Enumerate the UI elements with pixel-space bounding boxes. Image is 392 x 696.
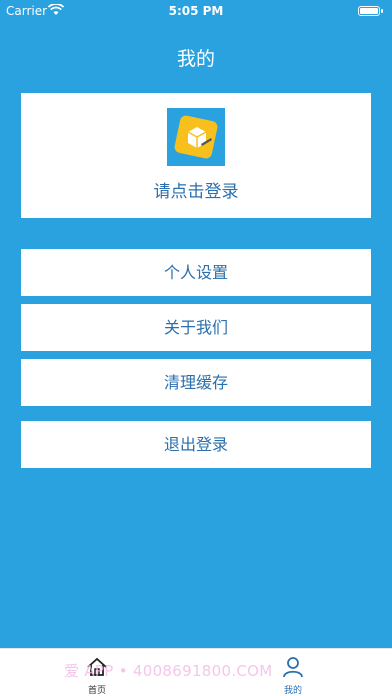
clock: 5:05 PM bbox=[168, 4, 224, 18]
login-prompt[interactable]: 请点击登录 bbox=[21, 177, 371, 202]
page-title: 我的 bbox=[176, 48, 215, 70]
battery-icon bbox=[358, 6, 383, 16]
personal-settings-button[interactable]: 个人设置 bbox=[21, 249, 371, 296]
about-us-button[interactable]: 关于我们 bbox=[21, 304, 371, 351]
tab-mine-label: 我的 bbox=[283, 686, 302, 696]
app-logo-icon bbox=[167, 108, 225, 166]
status-bar: Carrier 5:05 PM bbox=[0, 0, 392, 22]
clear-cache-button[interactable]: 清理缓存 bbox=[21, 359, 371, 406]
user-icon bbox=[281, 655, 305, 679]
watermark: 爱 APP • 4008691800.COM bbox=[64, 662, 273, 680]
login-card[interactable]: 请点击登录 bbox=[21, 93, 371, 218]
logout-button[interactable]: 退出登录 bbox=[21, 421, 371, 468]
tab-home-label: 首页 bbox=[87, 686, 106, 696]
